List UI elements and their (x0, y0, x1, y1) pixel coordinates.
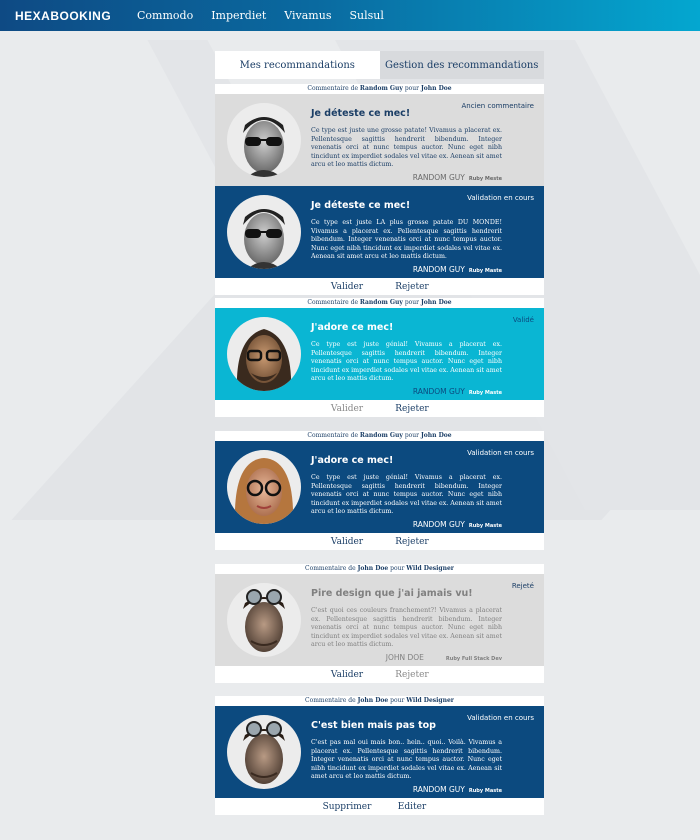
goggles-man-avatar (227, 583, 301, 657)
comment-target[interactable]: Wild Designer (406, 697, 454, 704)
group-header: Commentaire de John Doe pour Wild Design… (215, 564, 544, 574)
recommendation-group: Commentaire de John Doe pour Wild Design… (215, 564, 544, 683)
comment-body: Ce type est juste génial! Vivamus a plac… (311, 474, 502, 515)
comment-body: Ce type est juste une grosse patate! Viv… (311, 127, 502, 168)
signer-name: RANDOM GUY (412, 386, 465, 396)
comment-status: Rejeté (511, 582, 534, 590)
reject-button[interactable]: Rejeter (380, 537, 445, 547)
comment-signature: RANDOM GUY Ruby Maste (311, 265, 502, 274)
signer-role: Ruby Maste (468, 389, 502, 396)
edit-button[interactable]: Editer (380, 802, 445, 812)
comment-status: Validation en cours (467, 449, 534, 457)
validate-button[interactable]: Valider (315, 670, 380, 680)
long-hair-man-avatar (227, 317, 301, 391)
nav-item-imperdiet[interactable]: Imperdiet (211, 9, 266, 22)
reject-button[interactable]: Rejeter (380, 404, 445, 414)
comment-author[interactable]: Random Guy (360, 299, 403, 306)
nav-item-vivamus[interactable]: Vivamus (284, 9, 331, 22)
comment-card: Validé J'adore ce mec! Ce type est juste… (215, 308, 544, 400)
comment-actions: Valider Rejeter (215, 666, 544, 683)
recommendation-group: Commentaire de Random Guy pour John Doe … (215, 84, 544, 295)
top-navigation-bar: HEXABOOKING Commodo Imperdiet Vivamus Su… (0, 0, 700, 31)
comment-actions: Valider Rejeter (215, 400, 544, 417)
comment-body: Ce type est juste LA plus grosse patate … (311, 219, 502, 260)
comment-title: J'adore ce mec! (311, 322, 394, 333)
signer-name: RANDOM GUY (412, 264, 465, 274)
signer-role: Ruby Full Stack Dev (445, 655, 502, 662)
sunglasses-man-avatar (227, 103, 301, 177)
comment-status: Validation en cours (467, 194, 534, 202)
signer-name: RANDOM GUY (412, 519, 465, 529)
comment-target[interactable]: Wild Designer (406, 565, 454, 572)
comment-card: Ancien commentaire Je déteste ce mec! Ce… (215, 94, 544, 186)
comment-target[interactable]: John Doe (421, 299, 452, 306)
comment-signature: JOHN DOE Ruby Full Stack Dev (311, 653, 502, 662)
comment-card: Validation en cours J'adore ce mec! Ce t… (215, 441, 544, 533)
recommendation-group: Commentaire de John Doe pour Wild Design… (215, 696, 544, 815)
reject-button[interactable]: Rejeter (380, 282, 445, 292)
main-nav: Commodo Imperdiet Vivamus Sulsul (137, 9, 402, 22)
recommendation-group: Commentaire de Random Guy pour John Doe … (215, 431, 544, 550)
signer-name: RANDOM GUY (412, 172, 465, 182)
tab-manage-recommendations[interactable]: Gestion des recommandations (379, 51, 544, 79)
comment-author[interactable]: Random Guy (360, 85, 403, 92)
comment-body: Ce type est juste génial! Vivamus a plac… (311, 341, 502, 382)
validate-button[interactable]: Valider (315, 537, 380, 547)
nav-item-sulsul[interactable]: Sulsul (349, 9, 383, 22)
comment-actions: Supprimer Editer (215, 798, 544, 815)
signer-role: Ruby Maste (468, 787, 502, 794)
validate-button[interactable]: Valider (315, 282, 380, 292)
recommendation-tabs: Mes recommandations Gestion des recomman… (215, 51, 544, 79)
comment-card: Validation en cours Je déteste ce mec! C… (215, 186, 544, 278)
group-header: Commentaire de Random Guy pour John Doe (215, 84, 544, 94)
comment-card: Rejeté Pire design que j'ai jamais vu! C… (215, 574, 544, 666)
comment-body: C'est pas mal oui mais bon.. hein.. quoi… (311, 739, 502, 780)
comment-signature: RANDOM GUY Ruby Maste (311, 520, 502, 529)
comment-body: C'est quoi ces couleurs franchement?! Vi… (311, 607, 502, 648)
signer-role: Ruby Maste (468, 267, 502, 274)
recommendation-group: Commentaire de Random Guy pour John Doe … (215, 298, 544, 417)
comment-status: Validation en cours (467, 714, 534, 722)
comment-status: Ancien commentaire (461, 102, 534, 110)
comment-signature: RANDOM GUY Ruby Maste (311, 785, 502, 794)
group-header: Commentaire de John Doe pour Wild Design… (215, 696, 544, 706)
comment-title: Pire design que j'ai jamais vu! (311, 588, 473, 599)
comment-actions: Valider Rejeter (215, 278, 544, 295)
comment-card: Validation en cours C'est bien mais pas … (215, 706, 544, 798)
comment-actions: Valider Rejeter (215, 533, 544, 550)
validate-button[interactable]: Valider (315, 404, 380, 414)
reject-button[interactable]: Rejeter (380, 670, 445, 680)
glasses-woman-avatar (227, 450, 301, 524)
comment-author[interactable]: Random Guy (360, 432, 403, 439)
signer-role: Ruby Meste (468, 175, 502, 182)
group-header: Commentaire de Random Guy pour John Doe (215, 298, 544, 308)
signer-name: JOHN DOE (385, 652, 424, 662)
group-header: Commentaire de Random Guy pour John Doe (215, 431, 544, 441)
nav-item-commodo[interactable]: Commodo (137, 9, 193, 22)
delete-button[interactable]: Supprimer (315, 802, 380, 812)
comment-status: Validé (512, 316, 534, 324)
signer-name: RANDOM GUY (412, 784, 465, 794)
comment-author[interactable]: John Doe (358, 565, 389, 572)
tab-my-recommendations[interactable]: Mes recommandations (215, 51, 380, 79)
brand-logo[interactable]: HEXABOOKING (15, 9, 137, 23)
comment-target[interactable]: John Doe (421, 432, 452, 439)
comment-author[interactable]: John Doe (358, 697, 389, 704)
signer-role: Ruby Maste (468, 522, 502, 529)
comment-signature: RANDOM GUY Ruby Maste (311, 387, 502, 396)
comment-signature: RANDOM GUY Ruby Meste (311, 173, 502, 182)
sunglasses-man-avatar (227, 195, 301, 269)
comment-target[interactable]: John Doe (421, 85, 452, 92)
goggles-man-avatar (227, 715, 301, 789)
